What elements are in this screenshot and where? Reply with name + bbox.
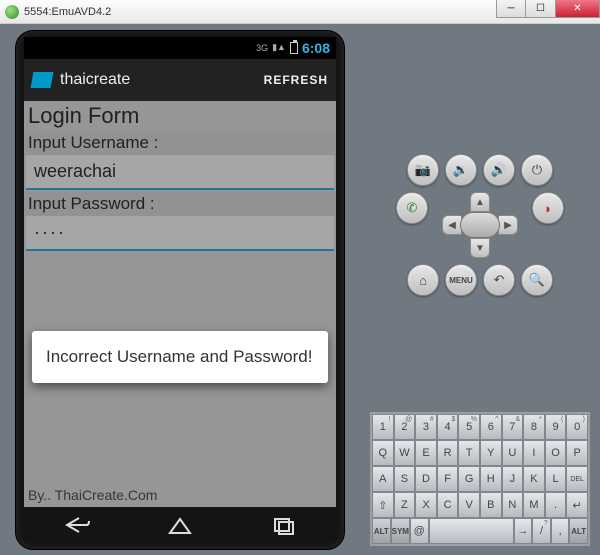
phone-panel: 3G ▮▲ 6:08 thaicreate REFRESH Login Form… <box>0 24 360 555</box>
key-D[interactable]: D <box>415 466 437 492</box>
key-A[interactable]: A <box>372 466 394 492</box>
hardware-keyboard: 1!2@3#4$5%6^7&8*9(0) QWERTYUIOP ASDFGHJK… <box>369 411 591 547</box>
window-titlebar: 5554:EmuAVD4.2 ─ ☐ ✕ <box>0 0 600 24</box>
dpad: ▲ ▼ ◀ ▶ <box>436 192 524 258</box>
key-H[interactable]: H <box>480 466 502 492</box>
key-SYM[interactable]: SYM <box>391 518 410 544</box>
key-↵[interactable]: ↵ <box>566 492 588 518</box>
key-R[interactable]: R <box>437 440 459 466</box>
key-Q[interactable]: Q <box>372 440 394 466</box>
key-M[interactable]: M <box>523 492 545 518</box>
controls-panel: 📷 🔉 🔊 ⏻ ✆ ▲ ▼ ◀ ▶ ◗ ⌂ MENU ↶ <box>360 24 600 555</box>
home-button[interactable]: ⌂ <box>407 264 439 296</box>
key-DEL[interactable]: DEL <box>566 466 588 492</box>
key-/[interactable]: /? <box>532 518 551 544</box>
key-U[interactable]: U <box>502 440 524 466</box>
key-⇧[interactable]: ⇧ <box>372 492 394 518</box>
window-title: 5554:EmuAVD4.2 <box>24 6 496 18</box>
end-call-button[interactable]: ◗ <box>532 192 564 224</box>
key-Y[interactable]: Y <box>480 440 502 466</box>
key-G[interactable]: G <box>458 466 480 492</box>
key-X[interactable]: X <box>415 492 437 518</box>
menu-button[interactable]: MENU <box>445 264 477 296</box>
dpad-down[interactable]: ▼ <box>470 238 490 258</box>
key-J[interactable]: J <box>502 466 524 492</box>
emulator-app-icon <box>5 5 19 19</box>
android-nav-bar <box>24 507 336 543</box>
call-button[interactable]: ✆ <box>396 192 428 224</box>
key-I[interactable]: I <box>523 440 545 466</box>
nav-recent-button[interactable] <box>269 515 299 535</box>
app-title: thaicreate <box>60 71 264 89</box>
key-0[interactable]: 0) <box>566 414 588 440</box>
nav-back-button[interactable] <box>61 515 91 535</box>
toast-message: Incorrect Username and Password! <box>46 347 312 366</box>
power-button[interactable]: ⏻ <box>521 154 553 186</box>
key-@[interactable]: @ <box>410 518 429 544</box>
key-P[interactable]: P <box>566 440 588 466</box>
key-T[interactable]: T <box>458 440 480 466</box>
key-E[interactable]: E <box>415 440 437 466</box>
dpad-right[interactable]: ▶ <box>498 215 518 235</box>
search-button[interactable]: 🔍 <box>521 264 553 296</box>
volume-up-button[interactable]: 🔊 <box>483 154 515 186</box>
key-6[interactable]: 6^ <box>480 414 502 440</box>
key-4[interactable]: 4$ <box>437 414 459 440</box>
key-.[interactable]: . <box>545 492 567 518</box>
status-time: 6:08 <box>302 40 330 56</box>
network-indicator: 3G <box>256 43 268 53</box>
error-toast: Incorrect Username and Password! <box>32 331 328 383</box>
phone-frame: 3G ▮▲ 6:08 thaicreate REFRESH Login Form… <box>15 30 345 550</box>
key-W[interactable]: W <box>394 440 416 466</box>
key-ALT[interactable]: ALT <box>372 518 391 544</box>
hardware-buttons: 📷 🔉 🔊 ⏻ ✆ ▲ ▼ ◀ ▶ ◗ ⌂ MENU ↶ <box>385 154 575 302</box>
key-1[interactable]: 1! <box>372 414 394 440</box>
camera-button[interactable]: 📷 <box>407 154 439 186</box>
key-B[interactable]: B <box>480 492 502 518</box>
key-C[interactable]: C <box>437 492 459 518</box>
key-,[interactable]: , <box>551 518 570 544</box>
key-O[interactable]: O <box>545 440 567 466</box>
key-3[interactable]: 3# <box>415 414 437 440</box>
key-7[interactable]: 7& <box>502 414 524 440</box>
key-9[interactable]: 9( <box>545 414 567 440</box>
key-2[interactable]: 2@ <box>394 414 416 440</box>
action-bar: thaicreate REFRESH <box>24 59 336 101</box>
content-area: Login Form Input Username : weerachai In… <box>24 101 336 507</box>
dpad-up[interactable]: ▲ <box>470 192 490 212</box>
signal-icon: ▮▲ <box>272 42 286 53</box>
key-N[interactable]: N <box>502 492 524 518</box>
app-logo-icon <box>31 72 54 88</box>
key-ALT[interactable]: ALT <box>569 518 588 544</box>
android-status-bar: 3G ▮▲ 6:08 <box>24 37 336 59</box>
key-space[interactable] <box>429 518 514 544</box>
nav-home-button[interactable] <box>165 515 195 535</box>
emulator-body: 3G ▮▲ 6:08 thaicreate REFRESH Login Form… <box>0 24 600 555</box>
key-Z[interactable]: Z <box>394 492 416 518</box>
key-V[interactable]: V <box>458 492 480 518</box>
key-S[interactable]: S <box>394 466 416 492</box>
key-5[interactable]: 5% <box>458 414 480 440</box>
phone-screen: 3G ▮▲ 6:08 thaicreate REFRESH Login Form… <box>24 37 336 507</box>
battery-icon <box>290 42 298 54</box>
key-F[interactable]: F <box>437 466 459 492</box>
key-K[interactable]: K <box>523 466 545 492</box>
hw-back-button[interactable]: ↶ <box>483 264 515 296</box>
key-8[interactable]: 8* <box>523 414 545 440</box>
window-maximize-button[interactable]: ☐ <box>526 0 556 18</box>
window-close-button[interactable]: ✕ <box>556 0 600 18</box>
window-minimize-button[interactable]: ─ <box>496 0 526 18</box>
volume-down-button[interactable]: 🔉 <box>445 154 477 186</box>
key-→[interactable]: → <box>514 518 533 544</box>
refresh-button[interactable]: REFRESH <box>264 73 328 87</box>
dpad-center[interactable] <box>460 212 500 238</box>
modal-scrim[interactable] <box>24 101 336 507</box>
dpad-left[interactable]: ◀ <box>442 215 462 235</box>
key-L[interactable]: L <box>545 466 567 492</box>
